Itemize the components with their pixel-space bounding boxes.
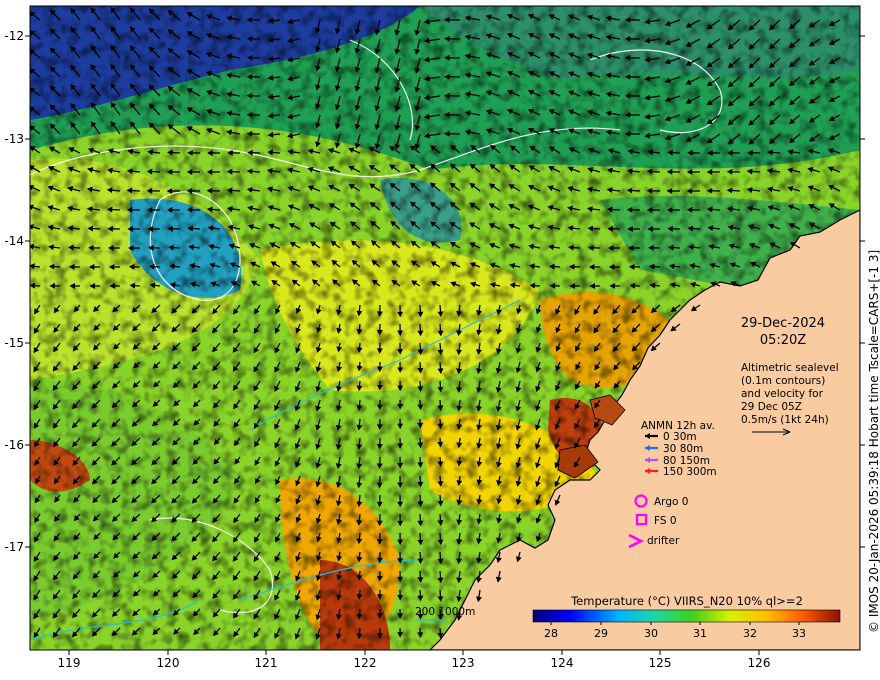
- svg-text:122: 122: [354, 656, 377, 670]
- svg-text:121: 121: [255, 656, 278, 670]
- date-label: 29-Dec-2024: [741, 316, 825, 331]
- svg-text:Altimetric sealevel: Altimetric sealevel: [741, 362, 839, 374]
- lon-tick: 121: [255, 650, 278, 670]
- svg-text:30 80m: 30 80m: [663, 443, 703, 455]
- svg-text:0.5m/s (1kt 24h): 0.5m/s (1kt 24h): [741, 414, 829, 426]
- credit-text: © IMOS 20-Jan-2026 05:39:18 Hobart time …: [867, 250, 880, 633]
- svg-text:-12: -12: [4, 29, 24, 43]
- svg-text:30: 30: [644, 627, 658, 640]
- lon-tick: 125: [649, 650, 672, 670]
- svg-text:-16: -16: [4, 438, 24, 452]
- svg-text:150 300m: 150 300m: [663, 466, 717, 478]
- lon-tick: 122: [354, 650, 377, 670]
- svg-text:124: 124: [551, 656, 574, 670]
- svg-text:200 1000m: 200 1000m: [415, 606, 475, 618]
- lon-tick: 124: [551, 650, 574, 670]
- svg-text:120: 120: [157, 656, 180, 670]
- svg-text:29: 29: [594, 627, 608, 640]
- svg-text:drifter: drifter: [647, 535, 680, 547]
- lon-tick: 119: [58, 650, 81, 670]
- svg-text:and velocity for: and velocity for: [741, 388, 824, 400]
- svg-text:Argo 0: Argo 0: [654, 496, 688, 508]
- svg-text:29 Dec 05Z: 29 Dec 05Z: [741, 401, 802, 413]
- depth-legend: 200 1000m: [415, 606, 475, 621]
- svg-text:(0.1m contours): (0.1m contours): [741, 375, 825, 387]
- svg-text:119: 119: [58, 656, 81, 670]
- colorbar-title: Temperature (°C) VIIRS_N20 10% ql>=2: [570, 594, 803, 608]
- svg-text:33: 33: [792, 627, 806, 640]
- svg-text:126: 126: [748, 656, 771, 670]
- svg-text:-14: -14: [4, 234, 24, 248]
- time-label: 05:20Z: [760, 333, 806, 348]
- svg-text:-13: -13: [4, 132, 24, 146]
- svg-text:FS 0: FS 0: [654, 515, 677, 527]
- svg-text:28: 28: [544, 627, 558, 640]
- sst-map: 119 120 121 122 123 124 125 126 -12 -13 …: [4, 5, 880, 670]
- svg-text:123: 123: [452, 656, 475, 670]
- svg-text:32: 32: [743, 627, 757, 640]
- lon-tick: 123: [452, 650, 475, 670]
- lon-tick: 120: [157, 650, 180, 670]
- svg-text:-15: -15: [4, 336, 24, 350]
- svg-text:-17: -17: [4, 540, 24, 554]
- lon-tick: 126: [748, 650, 771, 670]
- svg-text:125: 125: [649, 656, 672, 670]
- svg-text:31: 31: [693, 627, 707, 640]
- lon-axis: 119 120 121 122 123 124 125 126: [58, 650, 771, 670]
- svg-text:0 30m: 0 30m: [663, 431, 697, 443]
